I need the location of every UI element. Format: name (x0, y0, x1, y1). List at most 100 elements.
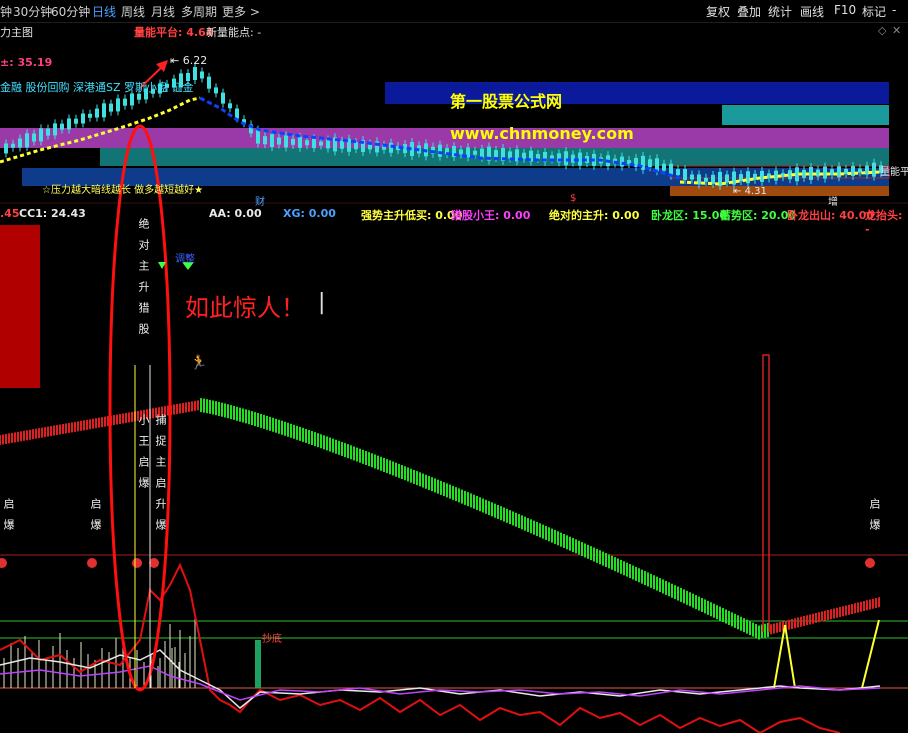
red-ball (0, 558, 7, 568)
green-volume-bar (255, 640, 261, 688)
tab-more[interactable]: 更多 > (222, 3, 260, 20)
candle-body (676, 169, 680, 176)
candle-body (46, 128, 50, 136)
candle-body (648, 159, 652, 168)
qibao-label-right: 启爆 (868, 498, 881, 540)
indicator-0: .45 (0, 207, 20, 220)
watermark-url: www.chnmoney.com (450, 124, 634, 143)
candle-body (704, 177, 708, 182)
candle-body (102, 103, 106, 118)
indicator-longtaitou: 龙抬头: - (865, 209, 903, 236)
tab-daily[interactable]: 日线 (92, 3, 116, 20)
candle-body (116, 98, 120, 112)
tab-30min[interactable]: 30分钟 (13, 3, 52, 20)
chart-title: 力主图 (0, 26, 33, 39)
candle-body (4, 143, 8, 154)
teal-band (722, 105, 889, 125)
price-label-left: ±: 35.19 (0, 56, 53, 69)
stats-button[interactable]: 统计 (768, 3, 792, 20)
high-price-label: ⇤ 6.22 (170, 54, 208, 67)
info-line: 金融 股份回购 深港通SZ 罗斯小盘 证金 (0, 81, 194, 94)
marker-dollar: $ (570, 193, 577, 204)
candle-body (837, 166, 841, 178)
overlay-button[interactable]: 叠加 (737, 3, 761, 20)
adjust-button[interactable]: 复权 (706, 3, 730, 20)
candle-body (522, 152, 526, 159)
tab-minute[interactable]: 钟 (0, 3, 12, 20)
tab-multi-period[interactable]: 多周期 (181, 3, 217, 20)
candle-body (753, 173, 757, 180)
marker-zeng: 增 (828, 197, 838, 208)
qibao-balls (0, 558, 875, 568)
tab-60min[interactable]: 60分钟 (51, 3, 90, 20)
candle-body (39, 128, 43, 142)
qibao-label-mid: 启爆 (89, 498, 102, 540)
candle-body (109, 103, 113, 112)
candle-body (207, 76, 211, 89)
candle-body (263, 136, 267, 145)
candle-body (67, 118, 71, 130)
diamond-icon[interactable]: ◇ (878, 24, 886, 37)
new-energy-label: 新量能点: - (206, 26, 262, 39)
indicator-hunter: 猎股小王: 0.00 (451, 209, 531, 222)
candle-body (11, 143, 15, 148)
candle-body (221, 92, 225, 104)
candle-body (53, 123, 57, 136)
f10-button[interactable]: F10 (834, 3, 856, 17)
candle-body (277, 137, 281, 145)
candle-body (123, 98, 127, 106)
period-toolbar: 钟 30分钟 60分钟 日线 周线 月线 多周期 更多 > 复权 叠加 统计 画… (0, 0, 908, 23)
low-price-label: ⇤ 4.31 (733, 186, 767, 197)
candle-body (270, 134, 274, 148)
candle-body (32, 133, 36, 142)
red-spike (762, 354, 770, 632)
vertical-text-2: 小王启爆 (137, 414, 150, 498)
tab-monthly[interactable]: 月线 (151, 3, 175, 20)
candle-body (340, 140, 344, 149)
yellow-spike-1 (773, 624, 796, 689)
minimize-button[interactable]: - (892, 3, 896, 17)
vertical-text-3: 捕捉主启升爆 (154, 414, 167, 540)
candle-body (872, 162, 876, 177)
text-cursor: | (318, 290, 326, 315)
brown-band (670, 186, 889, 196)
candle-body (81, 113, 85, 124)
indicator-xg: XG: 0.00 (283, 207, 336, 220)
candle-body (25, 133, 29, 148)
candle-body (634, 157, 638, 167)
marker-cai: 财 (255, 197, 265, 208)
candle-body (683, 169, 687, 181)
high-price: 6.22 (182, 54, 208, 67)
candle-body (459, 149, 463, 155)
runner-icon: 🏃 (190, 355, 208, 371)
left-red-block (0, 225, 40, 388)
energy-label: 量能平台: 4.64 (134, 26, 214, 39)
trend-ribbon (0, 398, 880, 640)
low-price: 4.31 (744, 186, 767, 197)
mark-button[interactable]: 标记 (862, 3, 886, 20)
red-ball (87, 558, 97, 568)
close-icon[interactable]: ✕ (892, 24, 901, 37)
candle-body (60, 123, 64, 130)
indicator-absolute-rise: 绝对的主升: 0.00 (549, 209, 640, 222)
candle-body (480, 148, 484, 158)
indicator-cc1: CC1: 24.43 (19, 207, 86, 220)
tab-weekly[interactable]: 周线 (121, 3, 145, 20)
candle-body (536, 154, 540, 160)
flag-label: 调整 (175, 254, 195, 265)
red-ball (865, 558, 875, 568)
candle-body (214, 87, 218, 94)
candle-body (305, 140, 309, 146)
candle-body (354, 142, 358, 150)
indicator-aa: AA: 0.00 (209, 207, 262, 220)
chaodi-label: 抄底 (262, 634, 282, 645)
candle-body (326, 139, 330, 149)
candle-body (725, 174, 729, 183)
watermark-title: 第一股票公式网 (450, 92, 563, 111)
candle-body (438, 144, 442, 157)
candle-body (739, 174, 743, 182)
candle-body (95, 108, 99, 118)
qibao-label-left: 启爆 (2, 498, 15, 540)
candle-body (88, 113, 92, 118)
draw-button[interactable]: 画线 (800, 3, 824, 20)
